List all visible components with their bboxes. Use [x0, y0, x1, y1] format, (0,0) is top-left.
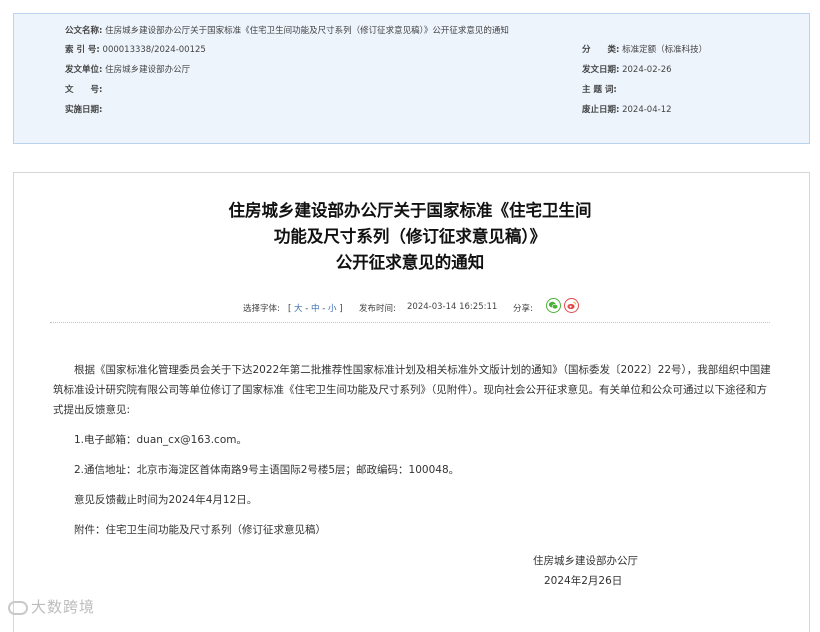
wechat-icon[interactable] — [546, 298, 561, 313]
weibo-icon[interactable] — [564, 298, 579, 313]
meta-index-label: 索 引 号: — [65, 45, 100, 55]
paragraph-intro: 根据《国家标准化管理委员会关于下达2022年第二批推荐性国家标准计划及相关标准外… — [53, 364, 771, 416]
article-title-line-1: 住房城乡建设部办公厅关于国家标准《住宅卫生间 — [228, 201, 592, 220]
meta-title-value: 住房城乡建设部办公厅关于国家标准《住宅卫生间功能及尺寸系列（修订征求意见稿）》公… — [105, 26, 509, 36]
meta-date-row: 发文日期: 2024-02-26 — [582, 65, 672, 76]
signature-date: 2024年2月26日 — [544, 575, 623, 587]
article-title-line-2: 功能及尺寸系列（修订征求意见稿）》 — [273, 227, 547, 246]
publish-time-value: 2024-03-14 16:25:11 — [407, 302, 498, 312]
meta-category-row: 分 类: 标准定额（标准科技） — [582, 45, 707, 56]
document-metadata-panel: 公文名称: 住房城乡建设部办公厅关于国家标准《住宅卫生间功能及尺寸系列（修订征求… — [13, 13, 810, 144]
font-size-label: 选择字体: — [243, 304, 280, 314]
watermark-logo-icon — [8, 600, 28, 615]
meta-category-value: 标准定额（标准科技） — [622, 45, 708, 55]
meta-subject-row: 主 题 词: — [582, 85, 617, 96]
meta-date-value: 2024-02-26 — [622, 65, 672, 75]
font-medium-link[interactable]: 中 — [311, 304, 320, 314]
watermark-text: 大数跨境 — [31, 598, 96, 616]
font-sep-2: - — [322, 304, 326, 314]
meta-issuer-label: 发文单位: — [65, 65, 103, 75]
meta-title-row: 公文名称: 住房城乡建设部办公厅关于国家标准《住宅卫生间功能及尺寸系列（修订征求… — [65, 26, 509, 37]
font-size-selector: [ 大 - 中 - 小 ] — [288, 302, 343, 314]
meta-category-label: 分 类: — [582, 45, 620, 55]
font-bracket-open: [ — [288, 304, 292, 314]
paragraph-deadline: 意见反馈截止时间为2024年4月12日。 — [74, 494, 258, 506]
paragraph-email: 1.电子邮箱：duan_cx@163.com。 — [74, 434, 247, 446]
font-small-link[interactable]: 小 — [328, 304, 337, 314]
meta-docno-label: 文 号: — [65, 85, 103, 95]
share-label: 分享: — [513, 304, 533, 314]
meta-date-label: 发文日期: — [582, 65, 620, 75]
meta-issuer-row: 发文单位: 住房城乡建设部办公厅 — [65, 65, 190, 76]
meta-issuer-value: 住房城乡建设部办公厅 — [105, 65, 191, 75]
meta-effective-row: 实施日期: — [65, 105, 102, 116]
font-sep-1: - — [305, 304, 309, 314]
font-bracket-close: ] — [339, 304, 343, 314]
meta-docno-row: 文 号: — [65, 85, 102, 96]
meta-index-row: 索 引 号: 000013338/2024-00125 — [65, 45, 206, 56]
info-divider — [50, 322, 770, 323]
meta-effective-label: 实施日期: — [65, 105, 103, 115]
meta-repeal-label: 废止日期: — [582, 105, 620, 115]
meta-repeal-value: 2024-04-12 — [622, 105, 672, 115]
signature-issuer: 住房城乡建设部办公厅 — [533, 555, 638, 567]
font-large-link[interactable]: 大 — [294, 304, 303, 314]
publish-time-label: 发布时间: — [359, 304, 396, 314]
meta-index-value: 000013338/2024-00125 — [102, 45, 206, 55]
article-title-line-3: 公开征求意见的通知 — [335, 253, 485, 272]
paragraph-attachment: 附件：住宅卫生间功能及尺寸系列（修订征求意见稿） — [74, 524, 326, 536]
meta-title-label: 公文名称: — [65, 26, 103, 36]
meta-repeal-row: 废止日期: 2024-04-12 — [582, 105, 672, 116]
watermark: 大数跨境 — [8, 596, 95, 617]
paragraph-address: 2.通信地址：北京市海淀区首体南路9号主语国际2号楼5层；邮政编码：100048… — [74, 464, 460, 476]
meta-subject-label: 主 题 词: — [582, 85, 617, 95]
